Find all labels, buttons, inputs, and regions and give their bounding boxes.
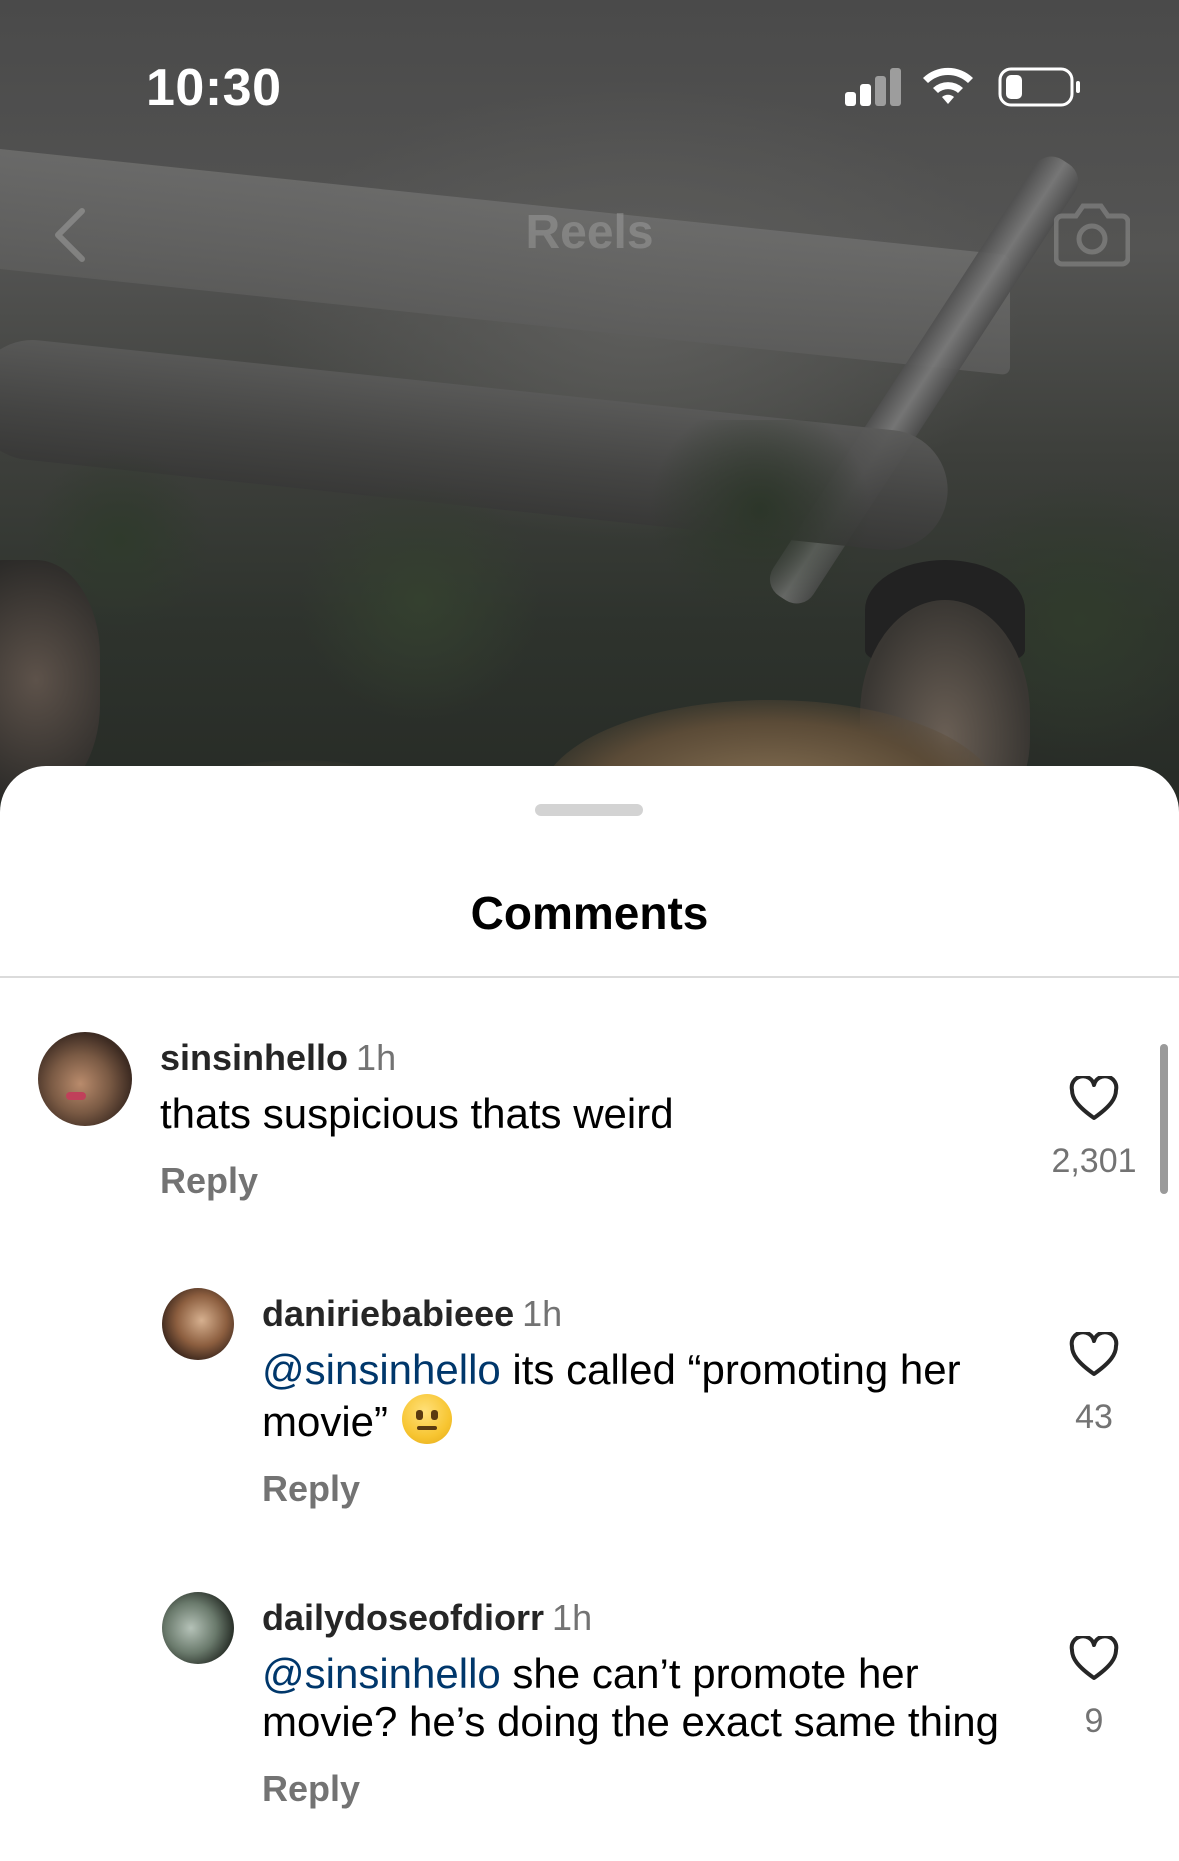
battery-icon — [998, 67, 1080, 107]
heart-icon[interactable] — [1069, 1076, 1119, 1122]
comments-sheet: Comments sinsinhello 1h thats suspicious … — [0, 766, 1179, 1861]
tent-awning — [0, 144, 1010, 376]
scrollbar[interactable] — [1160, 1044, 1168, 1194]
person-left — [0, 560, 100, 800]
comment-username[interactable]: sinsinhello — [160, 1037, 348, 1078]
camera-icon[interactable] — [1054, 196, 1130, 268]
comment-body: dailydoseofdiorr 1h @sinsinhello she can’… — [262, 1596, 1002, 1810]
like-count: 9 — [1084, 1702, 1104, 1740]
reply-button[interactable]: Reply — [262, 1468, 1002, 1510]
like-control: 43 — [1049, 1332, 1139, 1437]
page-title: Reels — [525, 206, 654, 259]
heart-icon[interactable] — [1069, 1636, 1119, 1682]
comment-username[interactable]: daniriebabieee — [262, 1293, 514, 1334]
sheet-title: Comments — [470, 887, 709, 939]
avatar[interactable] — [162, 1592, 234, 1664]
comment-meta: dailydoseofdiorr 1h — [262, 1596, 1002, 1640]
wifi-icon — [923, 67, 973, 104]
comment-time: 1h — [552, 1597, 593, 1638]
like-control: 2,301 — [1049, 1076, 1139, 1181]
avatar[interactable] — [162, 1288, 234, 1360]
sheet-drag-handle[interactable] — [535, 804, 643, 816]
like-count: 2,301 — [1051, 1142, 1137, 1180]
comment-text: @sinsinhello its called “promoting her m… — [262, 1346, 1002, 1446]
like-control: 9 — [1049, 1636, 1139, 1741]
comment-text: thats suspicious thats weird — [160, 1090, 990, 1138]
reply-button[interactable]: Reply — [160, 1160, 990, 1202]
heart-icon[interactable] — [1069, 1332, 1119, 1378]
mention-link[interactable]: @sinsinhello — [262, 1650, 501, 1697]
avatar[interactable] — [38, 1032, 132, 1126]
divider — [0, 976, 1179, 978]
like-count: 43 — [1075, 1398, 1113, 1436]
comment-username[interactable]: dailydoseofdiorr — [262, 1597, 544, 1638]
comment-time: 1h — [356, 1037, 397, 1078]
mention-link[interactable]: @sinsinhello — [262, 1346, 501, 1393]
comment-meta: sinsinhello 1h — [160, 1036, 990, 1080]
comment-text: @sinsinhello she can’t promote her movie… — [262, 1650, 1002, 1746]
comment-body: sinsinhello 1h thats suspicious thats wei… — [160, 1036, 990, 1202]
status-time: 10:30 — [146, 59, 282, 117]
comment-meta: daniriebabieee 1h — [262, 1292, 1002, 1336]
reel-video-background[interactable] — [0, 0, 1179, 830]
reply-button[interactable]: Reply — [262, 1768, 1002, 1810]
comment-text-body: thats suspicious thats weird — [160, 1090, 674, 1137]
comment-time: 1h — [522, 1293, 563, 1334]
neutral-face-emoji-icon — [402, 1394, 453, 1444]
cellular-signal-icon — [845, 68, 903, 106]
comment-body: daniriebabieee 1h @sinsinhello its called… — [262, 1292, 1002, 1510]
